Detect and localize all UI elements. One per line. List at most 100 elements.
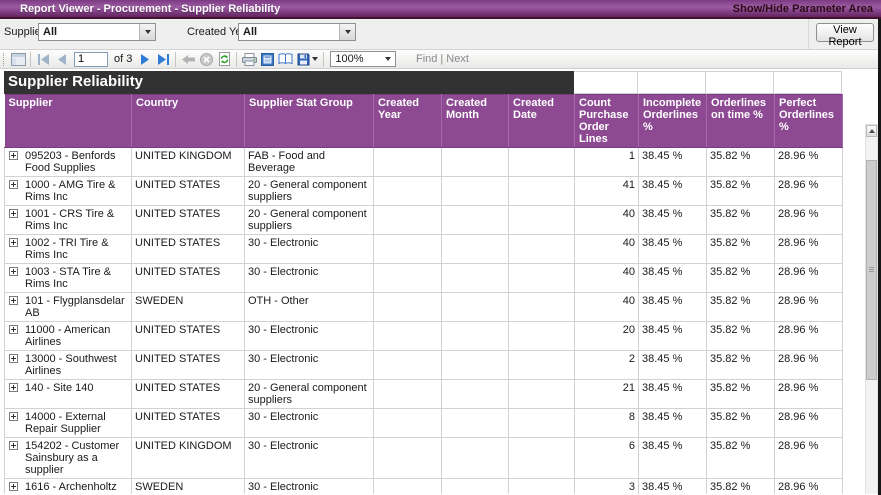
page-setup-icon[interactable] — [276, 51, 294, 68]
first-page-button[interactable] — [34, 51, 52, 68]
column-header-incomplete[interactable]: Incomplete Orderlines % — [639, 95, 707, 148]
column-header-country[interactable]: Country — [132, 95, 245, 148]
cell-created_month — [442, 177, 509, 206]
cell-country: UNITED STATES — [132, 206, 245, 235]
cell-supplier: 11000 - American Airlines — [5, 322, 132, 351]
chevron-down-icon — [145, 30, 151, 34]
expand-icon[interactable] — [9, 209, 18, 218]
supplier-reliability-table: SupplierCountrySupplier Stat GroupCreate… — [4, 94, 843, 494]
cell-created_month — [442, 479, 509, 495]
previous-page-button[interactable] — [52, 51, 70, 68]
cell-perfect: 28.96 % — [775, 293, 843, 322]
cell-count: 2 — [575, 351, 639, 380]
cell-created_month — [442, 351, 509, 380]
page-count-label: of 3 — [114, 53, 132, 65]
print-icon[interactable] — [240, 51, 258, 68]
cell-created_date — [509, 322, 575, 351]
cell-count: 20 — [575, 322, 639, 351]
cell-count: 40 — [575, 235, 639, 264]
page-number-input[interactable] — [74, 52, 108, 67]
supplier-dropdown-button[interactable] — [139, 24, 155, 40]
triangle-up-icon — [869, 129, 875, 133]
cell-supplier: 1001 - CRS Tire & Rims Inc — [5, 206, 132, 235]
column-header-created_year[interactable]: Created Year — [374, 95, 442, 148]
table-row: 1000 - AMG Tire & Rims IncUNITED STATES2… — [5, 177, 843, 206]
cell-created_year — [374, 206, 442, 235]
last-page-button[interactable] — [154, 51, 172, 68]
expand-icon[interactable] — [9, 383, 18, 392]
column-header-perfect[interactable]: Perfect Orderlines % — [775, 95, 843, 148]
cell-on_time: 35.82 % — [707, 148, 775, 177]
cell-on_time: 35.82 % — [707, 235, 775, 264]
column-header-created_month[interactable]: Created Month — [442, 95, 509, 148]
scrollbar-up-arrow[interactable] — [866, 125, 877, 137]
view-report-button[interactable]: View Report — [816, 23, 874, 42]
expand-icon[interactable] — [9, 238, 18, 247]
cell-created_year — [374, 148, 442, 177]
expand-icon[interactable] — [9, 267, 18, 276]
refresh-icon[interactable] — [215, 51, 233, 68]
cell-supplier: 095203 - Benfords Food Supplies — [5, 148, 132, 177]
cell-perfect: 28.96 % — [775, 380, 843, 409]
supplier-name: 1002 - TRI Tire & Rims Inc — [25, 237, 128, 261]
column-header-stat_group[interactable]: Supplier Stat Group — [245, 95, 374, 148]
supplier-dropdown[interactable]: All — [38, 23, 156, 41]
export-save-icon[interactable] — [294, 51, 320, 68]
cell-incomplete: 38.45 % — [639, 380, 707, 409]
cell-supplier: 101 - Flygplansdelar AB — [5, 293, 132, 322]
expand-icon[interactable] — [9, 412, 18, 421]
column-header-created_date[interactable]: Created Date — [509, 95, 575, 148]
parameter-area-toggle-icon[interactable] — [9, 51, 27, 68]
column-header-supplier[interactable]: Supplier — [5, 95, 132, 148]
cell-incomplete: 38.45 % — [639, 177, 707, 206]
cell-count: 6 — [575, 438, 639, 479]
column-header-on_time[interactable]: Orderlines on time % — [707, 95, 775, 148]
cell-supplier: 1003 - STA Tire & Rims Inc — [5, 264, 132, 293]
cell-stat_group: 30 - Electronic — [245, 409, 374, 438]
table-row: 13000 - Southwest AirlinesUNITED STATES3… — [5, 351, 843, 380]
cell-created_month — [442, 235, 509, 264]
cell-created_date — [509, 380, 575, 409]
created-year-dropdown-value: All — [239, 26, 339, 38]
cell-supplier: 1002 - TRI Tire & Rims Inc — [5, 235, 132, 264]
print-layout-icon[interactable] — [258, 51, 276, 68]
cell-incomplete: 38.45 % — [639, 293, 707, 322]
scrollbar-thumb[interactable] — [866, 160, 877, 380]
expand-icon[interactable] — [9, 325, 18, 334]
expand-icon[interactable] — [9, 151, 18, 160]
supplier-name: 11000 - American Airlines — [25, 324, 128, 348]
cell-created_year — [374, 235, 442, 264]
cell-country: UNITED STATES — [132, 409, 245, 438]
cell-incomplete: 38.45 % — [639, 479, 707, 495]
expand-icon[interactable] — [9, 354, 18, 363]
cell-on_time: 35.82 % — [707, 380, 775, 409]
cell-created_year — [374, 177, 442, 206]
cell-stat_group: 20 - General component suppliers — [245, 177, 374, 206]
supplier-name: 14000 - External Repair Supplier — [25, 411, 128, 435]
next-page-button[interactable] — [136, 51, 154, 68]
created-year-dropdown[interactable]: All — [238, 23, 356, 41]
cell-created_date — [509, 148, 575, 177]
cell-created_month — [442, 380, 509, 409]
cell-created_month — [442, 438, 509, 479]
expand-icon[interactable] — [9, 180, 18, 189]
cell-on_time: 35.82 % — [707, 479, 775, 495]
back-arrow-icon[interactable] — [179, 51, 197, 68]
find-link[interactable]: Find — [416, 53, 437, 65]
cell-country: UNITED STATES — [132, 322, 245, 351]
cell-stat_group: 30 - Electronic — [245, 322, 374, 351]
show-hide-parameter-link[interactable]: Show/Hide Parameter Area — [733, 3, 873, 15]
created-year-dropdown-button[interactable] — [339, 24, 355, 40]
title-spacer-cell — [574, 71, 638, 94]
next-link[interactable]: Next — [446, 53, 469, 65]
expand-icon[interactable] — [9, 441, 18, 450]
cell-supplier: 140 - Site 140 — [5, 380, 132, 409]
zoom-dropdown[interactable]: 100% — [330, 51, 396, 67]
expand-icon[interactable] — [9, 296, 18, 305]
column-header-count[interactable]: Count Purchase Order Lines — [575, 95, 639, 148]
stop-icon[interactable] — [197, 51, 215, 68]
cell-on_time: 35.82 % — [707, 206, 775, 235]
vertical-scrollbar[interactable] — [865, 124, 878, 494]
table-row: 1003 - STA Tire & Rims IncUNITED STATES3… — [5, 264, 843, 293]
expand-icon[interactable] — [9, 482, 18, 491]
